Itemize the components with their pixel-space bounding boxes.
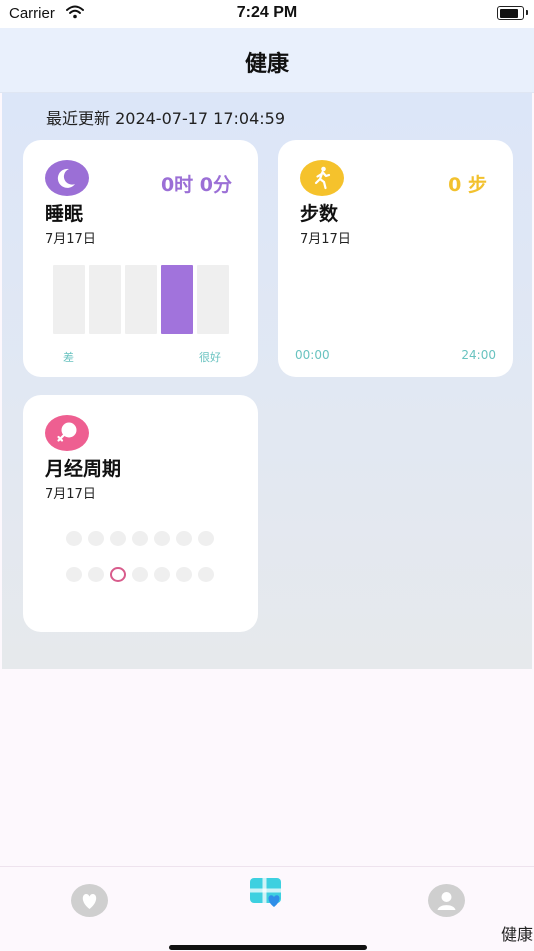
female-symbol-icon (45, 415, 89, 451)
sleep-level-bar-selected (161, 265, 193, 334)
cycle-date: 7月17日 (45, 487, 96, 502)
cycle-day-dot (176, 567, 192, 582)
cycle-day-dot (154, 531, 170, 546)
steps-date: 7月17日 (300, 232, 351, 247)
sleep-level-bar (53, 265, 85, 334)
profile-icon (428, 892, 465, 921)
cycle-day-dot (176, 531, 192, 546)
home-indicator (169, 945, 367, 950)
sleep-level-bar (197, 265, 229, 334)
cycle-day-dot (198, 567, 214, 582)
moon-icon (45, 160, 89, 196)
cycle-day-dot (132, 567, 148, 582)
steps-axis-end-label: 24:00 (461, 348, 496, 362)
cycle-day-dot (110, 531, 126, 546)
last-updated-label: 最近更新 2024-07-17 17:04:59 (46, 109, 286, 128)
main-content: 最近更新 2024-07-17 17:04:59 0时 0分 睡眠 7月17日 … (2, 93, 532, 669)
heart-icon (71, 893, 108, 921)
steps-axis-start-label: 00:00 (295, 348, 330, 362)
cycle-day-dot (66, 531, 82, 546)
clock: 7:24 PM (236, 4, 298, 21)
sleep-title: 睡眠 (45, 203, 84, 225)
tab-health-label: 健康 (500, 925, 533, 944)
cycle-day-dot (88, 567, 104, 582)
steps-card[interactable]: 0 步 步数 7月17日 00:00 24:00 (278, 140, 513, 377)
cycle-title: 月经周期 (45, 458, 122, 480)
health-tab-icon (249, 878, 285, 913)
tab-heart[interactable] (71, 884, 108, 917)
tab-bar: 健康 (0, 866, 534, 951)
walking-person-icon (300, 160, 344, 196)
sleep-scale-low-label: 差 (63, 351, 74, 364)
cycle-day-dot (66, 567, 82, 582)
sleep-card[interactable]: 0时 0分 睡眠 7月17日 差 很好 (23, 140, 258, 377)
sleep-date: 7月17日 (45, 232, 96, 247)
cycle-day-dot (132, 531, 148, 546)
tab-health[interactable]: 健康 (249, 877, 533, 944)
navigation-bar: 健康 (0, 28, 534, 93)
page-title: 健康 (244, 52, 289, 77)
sleep-level-bar (125, 265, 157, 334)
battery-icon (497, 6, 528, 20)
tab-profile[interactable] (428, 884, 465, 917)
sleep-level-bar (89, 265, 121, 334)
steps-title: 步数 (300, 203, 339, 225)
sleep-duration-value: 0时 0分 (160, 174, 232, 196)
menstrual-cycle-card[interactable]: 月经周期 7月17日 (23, 395, 258, 632)
sleep-scale-high-label: 很好 (199, 351, 221, 364)
cycle-day-dot (154, 567, 170, 582)
status-bar: Carrier 7:24 PM (0, 0, 534, 28)
cycle-day-dot (88, 531, 104, 546)
cycle-day-dot (198, 531, 214, 546)
cycle-day-dot-current (110, 567, 126, 582)
steps-count-value: 0 步 (448, 174, 487, 196)
